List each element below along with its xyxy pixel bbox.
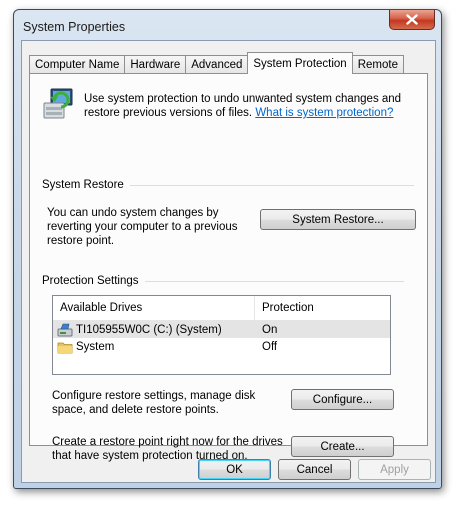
intro-paragraph: Use system protection to undo unwanted s… bbox=[84, 92, 419, 120]
system-restore-group-label: System Restore bbox=[42, 179, 124, 191]
folder-icon bbox=[57, 342, 73, 353]
drives-list-header: Available Drives Protection bbox=[53, 296, 390, 321]
column-header-available-drives[interactable]: Available Drives bbox=[53, 296, 255, 320]
protection-settings-group-label: Protection Settings bbox=[42, 275, 139, 287]
apply-button[interactable]: Apply bbox=[358, 459, 431, 480]
tab-remote[interactable]: Remote bbox=[351, 55, 404, 74]
drive-name: TI105955W0C (C:) (System) bbox=[76, 323, 222, 336]
tab-hardware[interactable]: Hardware bbox=[124, 55, 187, 74]
protection-settings-group: Protection Settings bbox=[42, 275, 404, 287]
tab-system-protection[interactable]: System Protection bbox=[247, 52, 353, 74]
close-button[interactable] bbox=[389, 10, 435, 30]
drive-name: System bbox=[76, 340, 115, 353]
drives-list[interactable]: Available Drives Protection TI105955W0C … bbox=[52, 295, 391, 375]
create-button[interactable]: Create... bbox=[291, 436, 394, 457]
system-restore-group: System Restore bbox=[42, 179, 414, 191]
drive-row-c[interactable]: TI105955W0C (C:) (System) On bbox=[53, 321, 390, 338]
drive-name-cell: System bbox=[53, 340, 255, 354]
local-disk-icon bbox=[57, 323, 73, 336]
configure-description: Configure restore settings, manage disk … bbox=[52, 390, 256, 416]
system-restore-description: You can undo system changes by reverting… bbox=[47, 207, 238, 247]
what-is-system-protection-link[interactable]: What is system protection? bbox=[255, 107, 393, 119]
tab-strip: Computer Name Hardware Advanced System P… bbox=[29, 52, 404, 74]
dialog-client-area: Computer Name Hardware Advanced System P… bbox=[21, 40, 436, 483]
create-description: Create a restore point right now for the… bbox=[52, 436, 283, 462]
system-protection-icon bbox=[43, 88, 73, 119]
tab-computer-name[interactable]: Computer Name bbox=[29, 55, 126, 74]
system-restore-button[interactable]: System Restore... bbox=[260, 209, 416, 230]
drive-row-system[interactable]: System Off bbox=[53, 338, 390, 355]
configure-button[interactable]: Configure... bbox=[291, 389, 394, 410]
drive-name-cell: TI105955W0C (C:) (System) bbox=[53, 323, 255, 337]
system-protection-panel: Use system protection to undo unwanted s… bbox=[29, 73, 428, 462]
drive-protection-status: On bbox=[262, 323, 278, 336]
drive-protection-status: Off bbox=[262, 340, 278, 353]
group-divider bbox=[144, 280, 404, 282]
tab-advanced[interactable]: Advanced bbox=[185, 55, 249, 74]
group-divider bbox=[129, 184, 414, 186]
system-properties-window: System Properties Computer Name Hardware… bbox=[13, 9, 442, 489]
column-header-protection[interactable]: Protection bbox=[255, 296, 390, 320]
title-bar[interactable]: System Properties bbox=[14, 10, 441, 40]
window-title: System Properties bbox=[23, 20, 126, 34]
close-icon bbox=[406, 14, 418, 25]
